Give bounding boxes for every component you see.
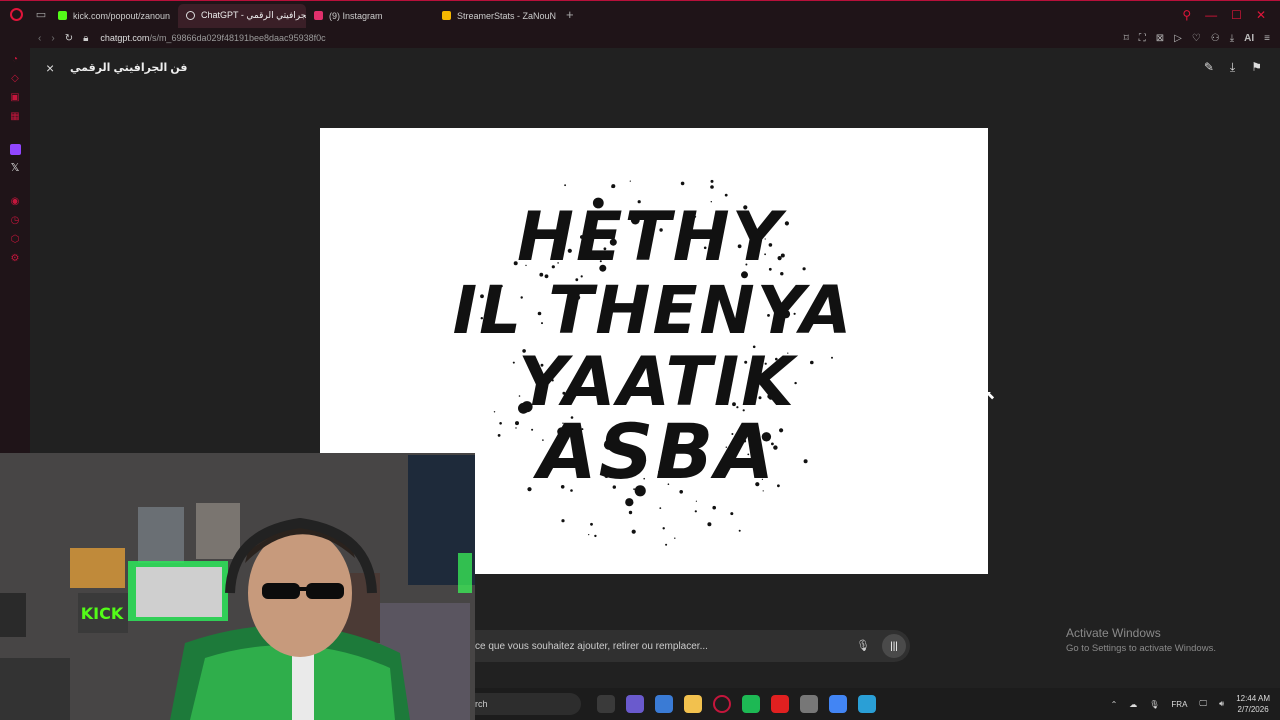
- reload-icon[interactable]: ↻: [65, 33, 73, 44]
- nav-controls: ‹ › ↻ 🔒︎: [0, 33, 88, 44]
- edit-icon[interactable]: ✎: [1204, 60, 1214, 75]
- webcam-overlay: KICK: [0, 453, 475, 720]
- twitch-icon[interactable]: [9, 144, 21, 155]
- adblock-icon[interactable]: ⊠: [1156, 33, 1164, 44]
- x-icon[interactable]: 𝕏: [10, 163, 21, 174]
- watermark-subtitle: Go to Settings to activate Windows.: [1066, 643, 1216, 654]
- system-tray: ⌃ ☁ 🎙︎ FRA 🖵︎ 🔊︎ 12:44 AM 2/7/2026: [1111, 693, 1280, 715]
- back-icon[interactable]: ‹: [38, 33, 41, 44]
- tab-chatgpt[interactable]: ChatGPT - الجرافيتي الرقمي: [178, 3, 306, 28]
- tray-overflow-icon[interactable]: ⌃: [1111, 700, 1118, 709]
- graffiti-line-2: IL THENYA: [453, 272, 854, 349]
- language-indicator[interactable]: FRA: [1171, 700, 1187, 709]
- tab-streamerstats[interactable]: StreamerStats - ZaNouN: [434, 4, 562, 28]
- onedrive-icon[interactable]: ☁: [1129, 700, 1137, 709]
- snapshot-icon[interactable]: ⛶: [1139, 33, 1146, 44]
- window-controls: ⚲ — ☐ ✕: [1182, 8, 1280, 22]
- microphone-icon[interactable]: 🎙︎: [856, 639, 870, 652]
- mouse-cursor-icon: ⬉: [985, 388, 996, 402]
- clock-date: 2/7/2026: [1237, 705, 1269, 714]
- download-icon[interactable]: ⤓: [1230, 33, 1234, 44]
- viewer-actions: ✎ ⤓ ⚑: [1204, 60, 1262, 75]
- settings-icon[interactable]: ⚙: [10, 253, 21, 264]
- taskbar-app-icon[interactable]: [829, 695, 847, 713]
- graffiti-line-1: HETHY: [517, 198, 788, 277]
- close-icon[interactable]: ×: [46, 60, 54, 76]
- history-icon[interactable]: ◷: [10, 215, 21, 226]
- search-icon[interactable]: ⚲: [1182, 8, 1191, 22]
- url-path: /s/m_69866da029f48191bee8daac95938f0c: [149, 33, 326, 43]
- menu-icon[interactable]: ≡: [1264, 33, 1270, 44]
- ai-button[interactable]: AI: [1244, 33, 1254, 44]
- taskbar-search[interactable]: rch: [475, 693, 581, 715]
- profile-icon[interactable]: ⚇: [1211, 33, 1220, 44]
- taskbar-app-icon[interactable]: [800, 695, 818, 713]
- heart-icon[interactable]: ♡: [1192, 33, 1201, 44]
- instagram-favicon-icon: [314, 11, 323, 20]
- address-bar-icons: ⌑ ⛶ ⊠ ▷ ♡ ⚇ ⤓ AI ≡: [1124, 33, 1280, 44]
- clock[interactable]: 12:44 AM 2/7/2026: [1236, 693, 1270, 715]
- tab-label: StreamerStats - ZaNouN: [457, 10, 557, 21]
- prompt-placeholder: ce que vous souhaitez ajouter, retirer o…: [475, 640, 708, 652]
- tab-switcher-icon[interactable]: ▭: [32, 1, 50, 29]
- edit-prompt-input[interactable]: ce que vous souhaitez ajouter, retirer o…: [445, 630, 910, 662]
- kick-favicon-icon: [58, 11, 67, 20]
- tab-label: kick.com/popout/zanoun: [73, 10, 171, 21]
- opera-logo-icon[interactable]: [0, 1, 32, 29]
- volume-icon[interactable]: 🔊︎: [1219, 699, 1224, 709]
- extensions-icon[interactable]: ⬡: [10, 234, 21, 245]
- taskbar-apps: [597, 695, 876, 713]
- taskbar-search-text: rch: [475, 699, 488, 709]
- tab-label: ChatGPT - الجرافيتي الرقمي: [201, 10, 306, 20]
- taskbar-app-icon[interactable]: [626, 695, 644, 713]
- url-host: chatgpt.com: [100, 33, 150, 43]
- bookmark-icon[interactable]: ⌑: [1124, 33, 1129, 44]
- address-bar: ‹ › ↻ 🔒︎ chatgpt.com/s/m_69866da029f4819…: [0, 28, 1280, 48]
- stats-favicon-icon: [442, 11, 451, 20]
- messenger-icon[interactable]: ▣: [10, 92, 21, 103]
- graffiti-line-4: ASBA: [533, 407, 776, 496]
- new-tab-button[interactable]: +: [566, 7, 574, 22]
- url-field[interactable]: chatgpt.com/s/m_69866da029f48191bee8daac…: [100, 33, 325, 43]
- taskbar-app-icon[interactable]: [655, 695, 673, 713]
- activate-windows-watermark: Activate Windows Go to Settings to activ…: [1066, 626, 1216, 654]
- taskbar-app-icon[interactable]: [713, 695, 731, 713]
- taskbar-app-icon[interactable]: [771, 695, 789, 713]
- taskbar-app-icon[interactable]: [684, 695, 702, 713]
- svg-text:KICK: KICK: [81, 604, 124, 623]
- shopping-icon[interactable]: ◇: [10, 73, 21, 84]
- tab-kick[interactable]: kick.com/popout/zanoun: [50, 4, 178, 28]
- mic-tray-icon[interactable]: 🎙︎: [1149, 700, 1159, 709]
- page-title: فن الجرافيتي الرقمي: [70, 62, 188, 74]
- streamer-webcam-image: KICK: [0, 453, 475, 720]
- close-window-icon[interactable]: ✕: [1256, 8, 1266, 22]
- chatgpt-favicon-icon: [186, 11, 195, 20]
- aria-icon[interactable]: ◔: [10, 54, 21, 65]
- browser-tab-bar: ▭ kick.com/popout/zanoun ChatGPT - الجرا…: [0, 0, 1280, 28]
- taskbar-app-icon[interactable]: [858, 695, 876, 713]
- taskbar-app-icon[interactable]: [742, 695, 760, 713]
- workspace-icon[interactable]: ▦: [10, 111, 21, 122]
- tab-instagram[interactable]: (9) Instagram: [306, 4, 434, 28]
- maximize-icon[interactable]: ☐: [1231, 8, 1242, 22]
- tab-label: (9) Instagram: [329, 10, 383, 21]
- player-icon[interactable]: ◉: [10, 196, 21, 207]
- lock-icon: 🔒︎: [83, 32, 89, 44]
- taskbar-app-icon[interactable]: [597, 695, 615, 713]
- watermark-title: Activate Windows: [1066, 626, 1161, 640]
- play-icon[interactable]: ▷: [1174, 33, 1182, 44]
- windows-taskbar: rch ⌃ ☁ 🎙︎ FRA 🖵︎ 🔊︎ 12:44 AM 2/7/2026: [475, 688, 1280, 720]
- network-icon[interactable]: 🖵︎: [1199, 699, 1207, 709]
- voice-mode-icon[interactable]: |||: [882, 634, 906, 658]
- download-icon[interactable]: ⤓: [1230, 60, 1235, 75]
- clock-time: 12:44 AM: [1236, 694, 1270, 703]
- flag-icon[interactable]: ⚑: [1251, 60, 1262, 75]
- browser-sidebar: ◔ ◇ ▣ ▦ 𝕏 ◉ ◷ ⬡ ⚙: [0, 48, 30, 453]
- minimize-icon[interactable]: —: [1205, 8, 1217, 22]
- forward-icon[interactable]: ›: [51, 33, 54, 44]
